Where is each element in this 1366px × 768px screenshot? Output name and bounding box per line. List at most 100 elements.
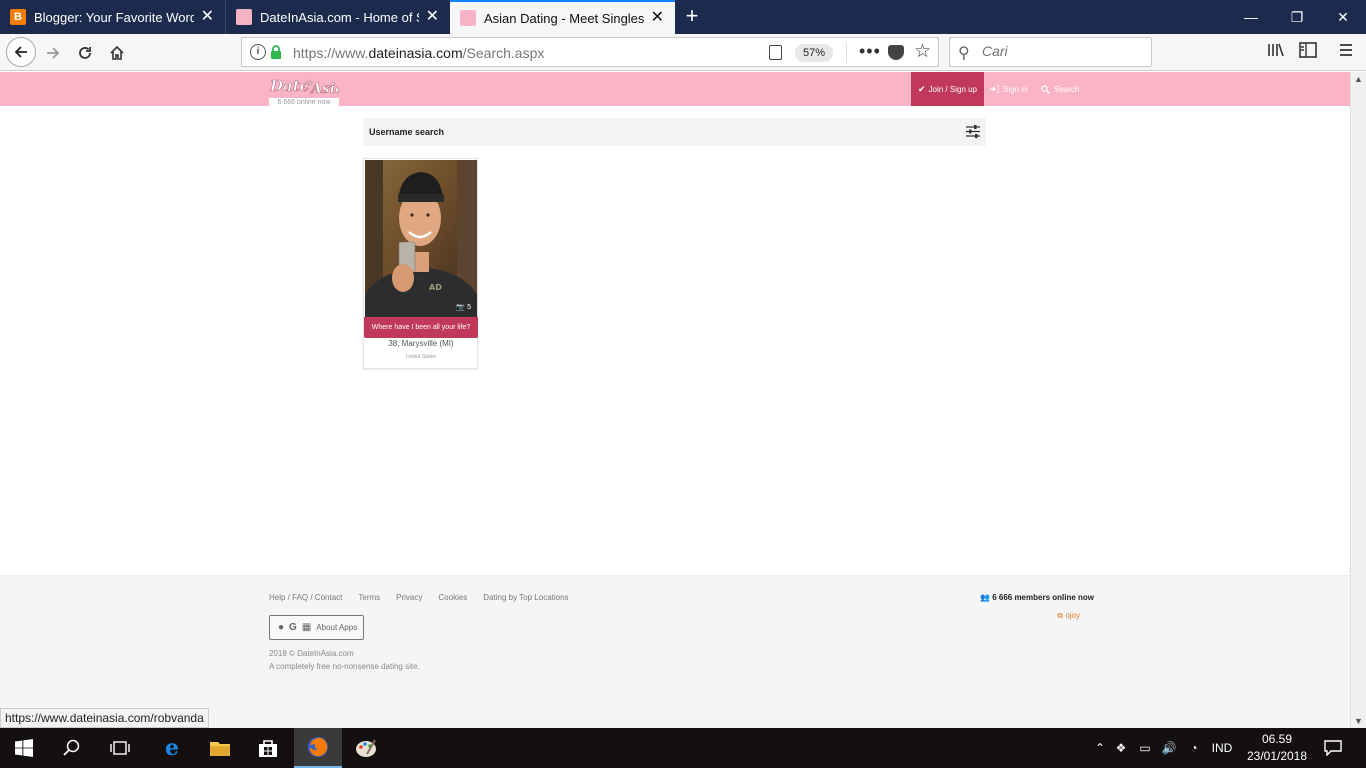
ojoy-link[interactable]: ⧉ ojoy: [1030, 611, 1080, 621]
wifi-icon[interactable]: ◔: [1181, 741, 1207, 755]
file-explorer-button[interactable]: [196, 728, 244, 768]
home-button[interactable]: [103, 39, 131, 67]
tab-asian-dating[interactable]: Asian Dating - Meet Singles at D ✕: [450, 0, 675, 34]
svg-text:AD: AD: [429, 283, 442, 292]
profile-country: United States: [405, 354, 437, 360]
search-icon: [63, 739, 80, 756]
reader-view-icon[interactable]: [769, 45, 782, 60]
task-view-button[interactable]: [96, 728, 144, 768]
zoom-level[interactable]: 57%: [795, 44, 834, 62]
sign-in-icon: [990, 85, 999, 93]
join-label: Join / Sign up: [928, 84, 978, 94]
close-icon[interactable]: ✕: [425, 9, 440, 25]
dateinasia-logo: Date in Asia: [269, 77, 345, 98]
username-search-bar[interactable]: Username search: [363, 118, 986, 146]
url-text[interactable]: https://www.dateinasia.com/Search.aspx: [293, 45, 544, 61]
search-link[interactable]: Search: [1041, 72, 1079, 106]
clock[interactable]: 06.59 23/01/2018: [1238, 731, 1316, 765]
firefox-button[interactable]: [294, 728, 342, 768]
scroll-down-icon[interactable]: ▼: [1354, 716, 1363, 726]
start-button[interactable]: [0, 728, 48, 768]
profile-tagline[interactable]: Where have I been all your life?: [364, 317, 478, 338]
action-center-button[interactable]: [1310, 728, 1356, 768]
ojoy-label: ojoy: [1065, 611, 1080, 620]
footer-link-cookies[interactable]: Cookies: [438, 593, 467, 602]
dropbox-icon[interactable]: ❖: [1109, 741, 1133, 755]
status-bar-url: https://www.dateinasia.com/robvanda: [0, 708, 209, 728]
camera-icon: 📷: [456, 304, 466, 311]
volume-icon[interactable]: 🔊: [1157, 741, 1181, 755]
signin-label: Sign in: [1003, 84, 1028, 94]
close-window-button[interactable]: ✕: [1320, 0, 1366, 34]
paint-button[interactable]: [342, 728, 390, 768]
battery-icon[interactable]: ▭: [1133, 741, 1157, 755]
search-bar[interactable]: ⚲: [949, 37, 1152, 67]
photo-count: 📷 5: [456, 303, 471, 312]
lock-icon: [271, 45, 281, 59]
tab-dateinasia-home[interactable]: DateInAsia.com - Home of Sing ✕: [225, 0, 450, 34]
footer-link-terms[interactable]: Terms: [358, 593, 380, 602]
page-actions-icon[interactable]: •••: [859, 41, 881, 62]
footer-link-privacy[interactable]: Privacy: [396, 593, 422, 602]
site-logo[interactable]: Date in Asia 6 666 online now: [269, 75, 345, 109]
tab-title: DateInAsia.com - Home of Sing: [260, 9, 419, 25]
tab-strip: B Blogger: Your Favorite Word - E ✕ Date…: [0, 0, 1366, 34]
reload-button[interactable]: [71, 39, 99, 67]
apple-icon: ●: [278, 622, 285, 633]
footer-link-help[interactable]: Help / FAQ / Contact: [269, 593, 342, 602]
back-button[interactable]: [6, 37, 36, 67]
windows-icon: ▦: [301, 622, 312, 633]
pocket-icon[interactable]: [888, 45, 904, 60]
url-prefix: https://www.: [293, 45, 369, 61]
svg-text:Asia: Asia: [309, 81, 339, 97]
site-header: Date in Asia 6 666 online now ✔ Join / S…: [0, 72, 1350, 109]
tab-title: Asian Dating - Meet Singles at D: [484, 10, 644, 26]
about-apps-button[interactable]: ● G ▦ About Apps: [269, 615, 364, 640]
site-footer: Help / FAQ / Contact Terms Privacy Cooki…: [0, 575, 1350, 728]
library-icon[interactable]: [1267, 42, 1285, 63]
url-bar[interactable]: i https://www.dateinasia.com/Search.aspx…: [241, 37, 939, 67]
dateinasia-icon: [236, 9, 252, 25]
edge-button[interactable]: e: [148, 728, 196, 768]
check-icon: ✔: [917, 83, 926, 94]
info-icon[interactable]: i: [250, 44, 266, 60]
page-scrollbar[interactable]: ▲ ▼: [1350, 72, 1366, 728]
home-icon: [110, 45, 124, 60]
google-icon: G: [289, 622, 297, 633]
forward-button[interactable]: [39, 39, 67, 67]
chevron-up-icon[interactable]: ⌃: [1091, 741, 1109, 755]
profile-card[interactable]: AD 📷 5 Where have I been all your life? …: [363, 158, 478, 369]
scroll-up-icon[interactable]: ▲: [1354, 74, 1363, 84]
folder-icon: [210, 742, 230, 756]
edge-icon: e: [165, 735, 179, 761]
menu-icon[interactable]: [1338, 42, 1354, 63]
url-path: /Search.aspx: [462, 45, 545, 61]
filter-sliders-icon[interactable]: [966, 125, 980, 138]
online-count: 6 666 online now: [269, 98, 339, 108]
members-online-text: 6 666 members online now: [992, 593, 1095, 602]
footer-link-locations[interactable]: Dating by Top Locations: [483, 593, 568, 602]
search-icon: [1041, 84, 1050, 94]
clock-date: 23/01/2018: [1246, 749, 1308, 763]
search-input[interactable]: [982, 43, 1142, 59]
language-indicator[interactable]: IND: [1207, 741, 1237, 755]
signin-link[interactable]: Sign in: [990, 72, 1027, 106]
footer-links: Help / FAQ / Contact Terms Privacy Cooki…: [269, 593, 569, 602]
tab-blogger[interactable]: B Blogger: Your Favorite Word - E ✕: [0, 0, 225, 34]
store-button[interactable]: [244, 728, 292, 768]
close-icon[interactable]: ✕: [650, 10, 665, 26]
search-button[interactable]: [48, 728, 96, 768]
minimize-button[interactable]: —: [1228, 0, 1274, 34]
close-icon[interactable]: ✕: [200, 9, 215, 25]
restore-button[interactable]: ❐: [1274, 0, 1320, 34]
bookmark-star-icon[interactable]: ☆: [914, 40, 931, 63]
join-signup-button[interactable]: ✔ Join / Sign up: [911, 72, 984, 106]
photo-count-value: 5: [467, 303, 471, 311]
profile-photo[interactable]: AD 📷 5: [365, 160, 477, 317]
new-tab-button[interactable]: +: [680, 4, 704, 28]
store-bag-icon: [259, 740, 277, 757]
page-content: Date in Asia 6 666 online now ✔ Join / S…: [0, 72, 1350, 728]
firefox-icon: [308, 737, 328, 757]
sidebar-icon[interactable]: [1299, 42, 1317, 63]
members-online: 👥 6 666 members online now: [980, 593, 1094, 602]
